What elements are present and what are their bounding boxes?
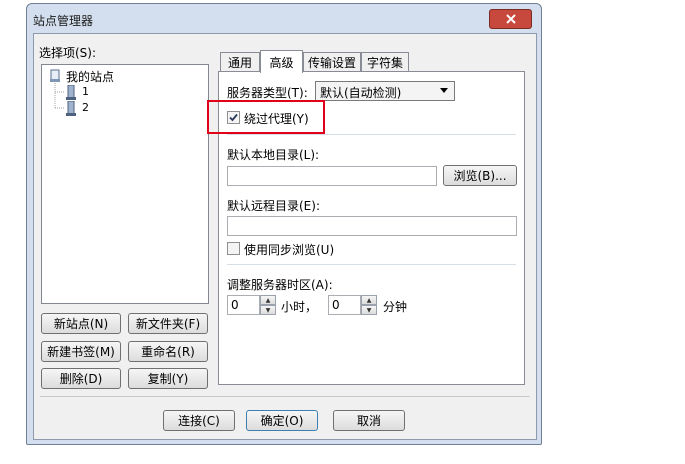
- sync-browse-checkbox[interactable]: [227, 242, 240, 255]
- site-tree[interactable]: 我的站点 1 2: [41, 64, 209, 304]
- separator: [227, 134, 516, 135]
- hours-value: 0: [231, 298, 239, 312]
- tab-general[interactable]: 通用: [220, 52, 260, 72]
- sites-folder-icon: [50, 69, 60, 82]
- tree-item[interactable]: 1: [66, 85, 126, 100]
- select-label: 选择项(S):: [39, 46, 97, 60]
- minutes-input[interactable]: 0: [328, 295, 361, 315]
- hours-input[interactable]: 0: [227, 295, 260, 315]
- tree-root-item[interactable]: 我的站点: [48, 68, 198, 84]
- delete-button[interactable]: 删除(D): [41, 368, 121, 389]
- tree-root-label: 我的站点: [66, 70, 115, 84]
- new-site-button[interactable]: 新站点(N): [41, 313, 121, 334]
- remote-dir-input[interactable]: [227, 216, 517, 236]
- bypass-proxy-label: 绕过代理(Y): [244, 112, 309, 126]
- close-button[interactable]: [489, 9, 532, 29]
- new-bookmark-button[interactable]: 新建书签(M): [41, 341, 121, 362]
- checkmark-icon: [229, 113, 238, 122]
- rename-button[interactable]: 重命名(R): [128, 341, 208, 362]
- server-type-select[interactable]: 默认(自动检测): [315, 81, 455, 101]
- dialog-client-area: 选择项(S): 我的站点 1 2 新站点(N) 新文件夹(F) 新建书签(M) …: [33, 33, 537, 440]
- tab-advanced[interactable]: 高级: [260, 50, 303, 73]
- browse-button[interactable]: 浏览(B)...: [443, 165, 517, 186]
- site-manager-dialog: 站点管理器 选择项(S): 我的站点 1 2 新站点(N) 新文件夹(F) 新建…: [26, 3, 542, 445]
- spin-up-icon[interactable]: ▲: [361, 295, 377, 305]
- remote-dir-label: 默认远程目录(E):: [227, 199, 320, 213]
- cancel-button[interactable]: 取消: [333, 410, 405, 431]
- copy-button[interactable]: 复制(Y): [128, 368, 208, 389]
- sync-browse-label: 使用同步浏览(U): [244, 243, 335, 257]
- ok-button[interactable]: 确定(O): [246, 410, 318, 431]
- tab-charset[interactable]: 字符集: [361, 52, 409, 72]
- tree-item[interactable]: 2: [66, 101, 126, 116]
- server-type-label: 服务器类型(T):: [227, 86, 308, 100]
- spin-down-icon[interactable]: ▼: [260, 305, 276, 315]
- server-icon: [66, 85, 76, 100]
- close-icon: [505, 14, 516, 24]
- bypass-proxy-checkbox[interactable]: [227, 111, 240, 124]
- minutes-spinner[interactable]: ▲ ▼: [361, 295, 377, 315]
- advanced-tab-panel: 服务器类型(T): 默认(自动检测) 绕过代理(Y) 默认本地目录(L): 浏览…: [207, 71, 525, 385]
- spin-up-icon[interactable]: ▲: [260, 295, 276, 305]
- server-icon: [66, 101, 76, 116]
- minutes-unit: 分钟: [383, 300, 408, 314]
- timezone-label: 调整服务器时区(A):: [227, 278, 333, 292]
- hours-unit: 小时，: [281, 300, 318, 314]
- tree-connector-lines: [54, 83, 65, 109]
- minutes-value: 0: [332, 298, 340, 312]
- server-type-value: 默认(自动检测): [320, 86, 402, 100]
- local-dir-input[interactable]: [227, 166, 437, 186]
- spin-down-icon[interactable]: ▼: [361, 305, 377, 315]
- sync-browse-option[interactable]: 使用同步浏览(U): [227, 241, 337, 257]
- new-folder-button[interactable]: 新文件夹(F): [128, 313, 208, 334]
- local-dir-label: 默认本地目录(L):: [227, 148, 320, 162]
- tree-item-label: 1: [82, 85, 89, 98]
- footer-separator: [40, 396, 530, 397]
- hours-spinner[interactable]: ▲ ▼: [260, 295, 276, 315]
- bypass-proxy-option[interactable]: 绕过代理(Y): [227, 110, 322, 126]
- title-bar[interactable]: 站点管理器: [27, 4, 541, 34]
- connect-button[interactable]: 连接(C): [163, 410, 235, 431]
- tab-transfer-settings[interactable]: 传输设置: [303, 52, 361, 72]
- chevron-down-icon: [440, 88, 448, 93]
- separator: [227, 264, 516, 265]
- tree-item-label: 2: [82, 101, 89, 114]
- window-title: 站点管理器: [33, 14, 94, 28]
